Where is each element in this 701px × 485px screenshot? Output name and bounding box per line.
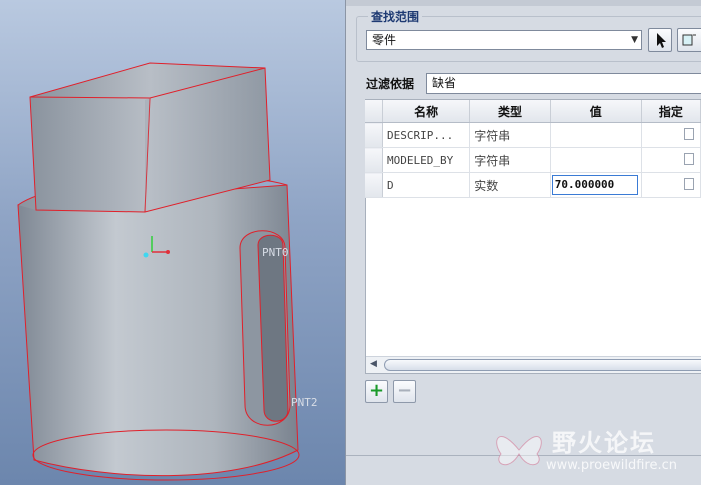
table-row[interactable]: D 实数 70.000000 bbox=[365, 172, 701, 198]
filter-select[interactable]: 缺省 bbox=[426, 73, 701, 94]
search-scope-value: 零件 bbox=[372, 33, 397, 47]
add-parameter-button[interactable]: + bbox=[365, 380, 388, 403]
param-type[interactable]: 字符串 bbox=[469, 147, 551, 173]
scroll-left-icon[interactable]: ◀ bbox=[370, 359, 377, 369]
search-scope-legend: 查找范围 bbox=[368, 8, 423, 25]
watermark-url: www.proewildfire.cn bbox=[546, 458, 677, 473]
designate-checkbox[interactable] bbox=[683, 177, 694, 190]
param-name[interactable]: DESCRIP... bbox=[382, 122, 471, 148]
param-name[interactable]: D bbox=[382, 172, 471, 198]
forum-watermark: 野火论坛 www.proewildfire.cn bbox=[489, 415, 701, 485]
parameters-panel: 查找范围 零件 ▼ 过滤依据 缺省 名称 类型 值 指定 DESCRIP... … bbox=[345, 0, 701, 485]
horizontal-scrollbar[interactable]: ◀ bbox=[366, 356, 701, 373]
filter-label: 过滤依据 bbox=[366, 77, 415, 91]
designate-checkbox[interactable] bbox=[683, 127, 694, 140]
value-input[interactable]: 70.000000 bbox=[551, 175, 638, 195]
scroll-thumb[interactable] bbox=[384, 359, 701, 371]
row-header[interactable] bbox=[365, 122, 383, 148]
model-viewport[interactable]: PNT0 PNT2 bbox=[0, 0, 345, 485]
part-icon bbox=[682, 34, 696, 46]
row-header-corner bbox=[365, 100, 383, 123]
row-header[interactable] bbox=[365, 147, 383, 173]
table-row[interactable]: DESCRIP... 字符串 bbox=[365, 122, 701, 148]
param-designate bbox=[641, 122, 701, 148]
select-pointer-button[interactable] bbox=[648, 28, 672, 52]
param-value[interactable] bbox=[550, 147, 642, 173]
table-header: 名称 类型 值 指定 bbox=[365, 100, 701, 123]
param-name[interactable]: MODELED_BY bbox=[382, 147, 471, 173]
param-type[interactable]: 字符串 bbox=[469, 122, 551, 148]
cursor-arrow-icon bbox=[657, 33, 666, 48]
dropdown-arrow-icon: ▼ bbox=[631, 35, 638, 45]
param-type[interactable]: 实数 bbox=[469, 172, 551, 198]
param-value[interactable] bbox=[550, 122, 642, 148]
column-header-value[interactable]: 值 bbox=[550, 100, 642, 123]
filter-value: 缺省 bbox=[432, 76, 457, 90]
part-model bbox=[17, 62, 300, 481]
search-scope-select[interactable]: 零件 ▼ bbox=[366, 30, 642, 50]
param-designate bbox=[641, 147, 701, 173]
column-header-type[interactable]: 类型 bbox=[469, 100, 551, 123]
parameter-table: 名称 类型 值 指定 DESCRIP... 字符串 MODELED_BY 字符串 bbox=[365, 100, 701, 198]
column-header-designate[interactable]: 指定 bbox=[641, 100, 701, 123]
butterfly-logo-icon bbox=[496, 436, 542, 466]
column-header-name[interactable]: 名称 bbox=[382, 100, 471, 123]
table-row[interactable]: MODELED_BY 字符串 bbox=[365, 147, 701, 173]
param-designate bbox=[641, 172, 701, 198]
designate-checkbox[interactable] bbox=[683, 152, 694, 165]
row-header[interactable] bbox=[365, 172, 383, 198]
title-strip bbox=[346, 0, 701, 6]
part-select-button[interactable] bbox=[677, 28, 701, 52]
watermark-title: 野火论坛 bbox=[552, 429, 656, 457]
remove-parameter-button[interactable]: − bbox=[393, 380, 416, 403]
datum-point-label[interactable]: PNT2 bbox=[291, 396, 318, 409]
datum-point-label[interactable]: PNT0 bbox=[262, 246, 289, 259]
param-value-cell[interactable]: 70.000000 bbox=[550, 172, 642, 198]
